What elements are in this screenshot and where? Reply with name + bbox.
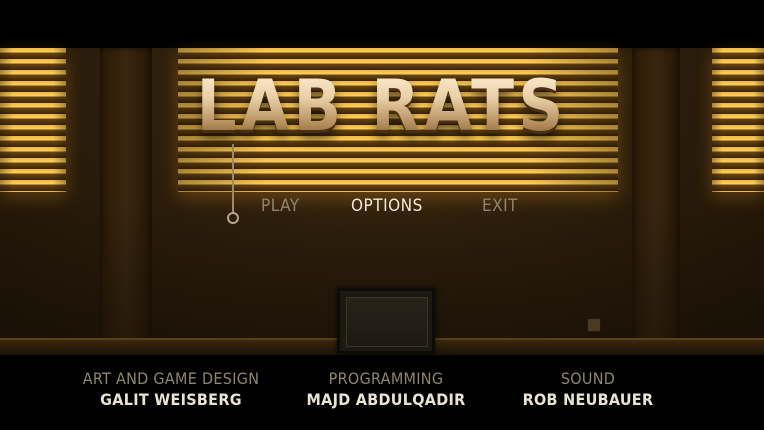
- letterbox-top: [0, 0, 764, 48]
- credit-art-design: ART AND GAME DESIGN GALIT WEISBERG: [71, 368, 271, 410]
- game-scene: LAB RATS PLAY OPTIONS EXIT ART AND GAME …: [0, 0, 764, 430]
- game-title: LAB RATS: [0, 66, 764, 146]
- credit-name: MAJD ABDULQADIR: [306, 390, 466, 409]
- credit-role: ART AND GAME DESIGN: [82, 369, 260, 388]
- blind-cord-ring: [227, 212, 239, 224]
- credit-name: GALIT WEISBERG: [100, 390, 242, 409]
- credit-programming: PROGRAMMING MAJD ABDULQADIR: [286, 368, 486, 410]
- menu-play-button[interactable]: PLAY: [261, 195, 300, 217]
- crt-monitor: [337, 288, 435, 354]
- credit-name: ROB NEUBAUER: [522, 390, 654, 409]
- credit-sound: SOUND ROB NEUBAUER: [488, 368, 688, 410]
- credit-role: SOUND: [560, 369, 616, 388]
- monitor-screen: [346, 297, 428, 347]
- menu-exit-button[interactable]: EXIT: [482, 195, 518, 217]
- menu-options-button[interactable]: OPTIONS: [351, 195, 423, 217]
- blind-cord: [232, 144, 234, 214]
- wall-switch: [587, 318, 601, 332]
- credit-role: PROGRAMMING: [328, 369, 444, 388]
